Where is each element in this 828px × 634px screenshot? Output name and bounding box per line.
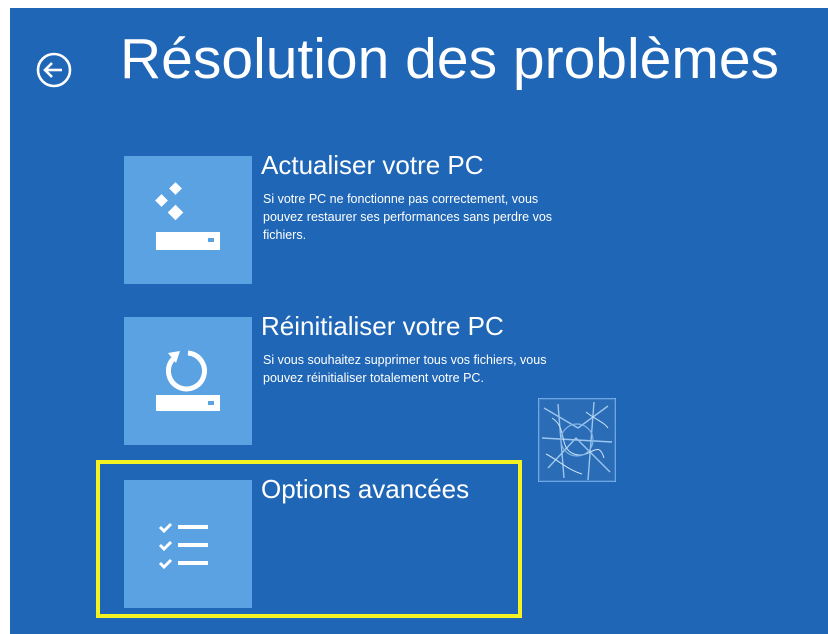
reset-pc-icon [156,350,220,411]
option-description: Si votre PC ne fonctionne pas correcteme… [263,192,553,242]
stamp-image [538,398,616,482]
option-description: Si vous souhaitez supprimer tous vos fic… [263,353,547,385]
option-refresh-pc[interactable]: Actualiser votre PC Si votre PC ne fonct… [124,150,554,284]
page-title: Résolution des problèmes [120,27,780,91]
option-tile [124,317,252,445]
highlight-box [96,460,522,618]
recovery-screen: Résolution des problèmes Actualiser votr… [10,8,828,634]
refresh-pc-icon [155,182,220,250]
option-title: Actualiser votre PC [261,150,484,180]
back-button[interactable] [34,50,74,90]
back-arrow-circle-icon [36,52,72,88]
option-title: Réinitialiser votre PC [261,311,504,341]
option-reset-pc[interactable]: Réinitialiser votre PC Si vous souhaitez… [124,311,554,445]
option-tile [124,156,252,284]
